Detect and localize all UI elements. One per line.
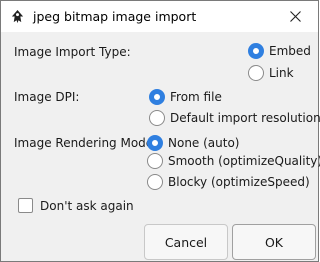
import-type-label: Image Import Type: (14, 45, 131, 59)
radio-none-auto-indicator (147, 135, 163, 151)
radio-embed-label: Embed (269, 44, 311, 58)
radio-embed-indicator (248, 43, 264, 59)
radio-default-resolution-indicator (149, 110, 165, 126)
close-icon (289, 11, 301, 22)
radio-link[interactable]: Link (248, 65, 294, 81)
rendering-mode-label: Image Rendering Mode: (14, 136, 158, 150)
radio-smooth-label: Smooth (optimizeQuality) (168, 154, 320, 168)
radio-none-auto-label: None (auto) (168, 136, 240, 150)
radio-smooth[interactable]: Smooth (optimizeQuality) (147, 153, 320, 169)
radio-embed[interactable]: Embed (248, 43, 311, 59)
radio-default-resolution-label: Default import resolution (170, 111, 320, 125)
radio-none-auto[interactable]: None (auto) (147, 135, 240, 151)
dont-ask-again-label: Don't ask again (40, 198, 134, 213)
dont-ask-again-checkbox[interactable]: Don't ask again (18, 198, 134, 213)
radio-link-indicator (248, 65, 264, 81)
close-button[interactable] (272, 1, 318, 32)
radio-blocky-indicator (147, 174, 163, 190)
dialog-window: jpeg bitmap image import Image Import Ty… (0, 0, 320, 262)
cancel-button[interactable]: Cancel (144, 224, 228, 260)
inkscape-icon (11, 9, 24, 24)
radio-blocky-label: Blocky (optimizeSpeed) (168, 175, 310, 189)
radio-smooth-indicator (147, 153, 163, 169)
ok-button[interactable]: OK (232, 224, 316, 260)
radio-blocky[interactable]: Blocky (optimizeSpeed) (147, 174, 310, 190)
title-bar: jpeg bitmap image import (1, 1, 318, 32)
dpi-label: Image DPI: (14, 90, 80, 104)
dont-ask-again-box (18, 198, 33, 213)
radio-from-file-label: From file (170, 90, 222, 104)
radio-from-file[interactable]: From file (149, 89, 222, 105)
window-title: jpeg bitmap image import (33, 9, 197, 24)
radio-from-file-indicator (149, 89, 165, 105)
radio-link-label: Link (269, 66, 294, 80)
radio-default-resolution[interactable]: Default import resolution (149, 110, 320, 126)
